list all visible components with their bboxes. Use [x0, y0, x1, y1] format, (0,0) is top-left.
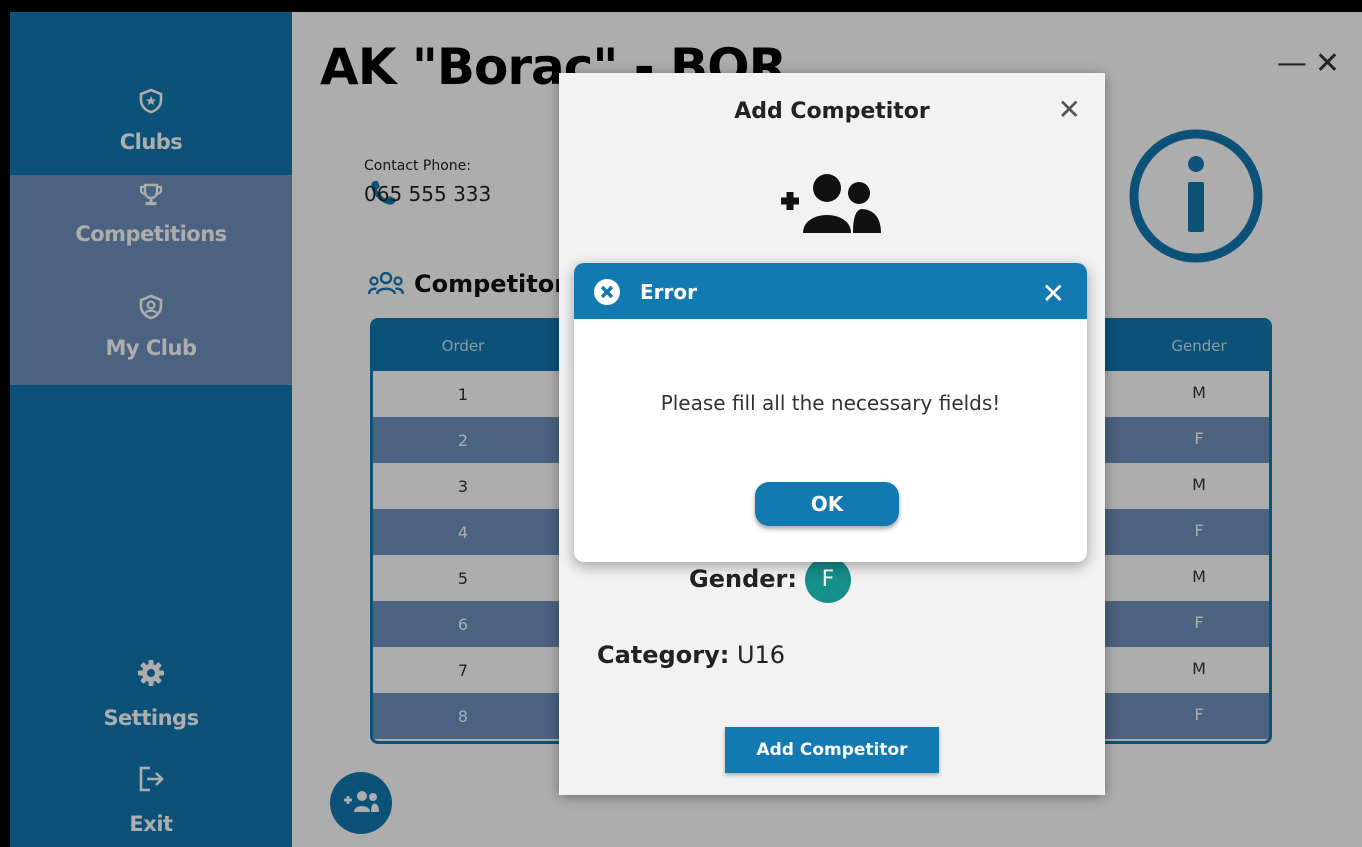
gender-label: Gender: — [689, 565, 797, 593]
gender-toggle[interactable]: F — [804, 557, 851, 603]
category-row: Category: U16 — [597, 641, 785, 669]
close-error-button[interactable]: ✕ — [1042, 277, 1065, 310]
add-competitor-button[interactable]: Add Competitor — [725, 727, 939, 773]
dialog-title: Add Competitor — [734, 99, 930, 124]
error-title: Error — [640, 280, 697, 304]
error-message: Please fill all the necessary fields! — [660, 391, 1001, 415]
category-value: U16 — [736, 641, 786, 669]
add-users-icon — [777, 171, 885, 239]
category-label: Category: — [597, 641, 730, 669]
app-window: Clubs Competitions My Club Settings Exit — [10, 12, 1362, 847]
gender-row: Gender: F — [689, 557, 851, 603]
error-dialog: Error ✕ Please fill all the necessary fi… — [574, 263, 1087, 562]
error-icon — [592, 277, 622, 311]
error-dialog-header: Error ✕ — [574, 263, 1087, 319]
close-dialog-button[interactable]: ✕ — [1058, 93, 1081, 126]
ok-button[interactable]: OK — [755, 482, 899, 526]
